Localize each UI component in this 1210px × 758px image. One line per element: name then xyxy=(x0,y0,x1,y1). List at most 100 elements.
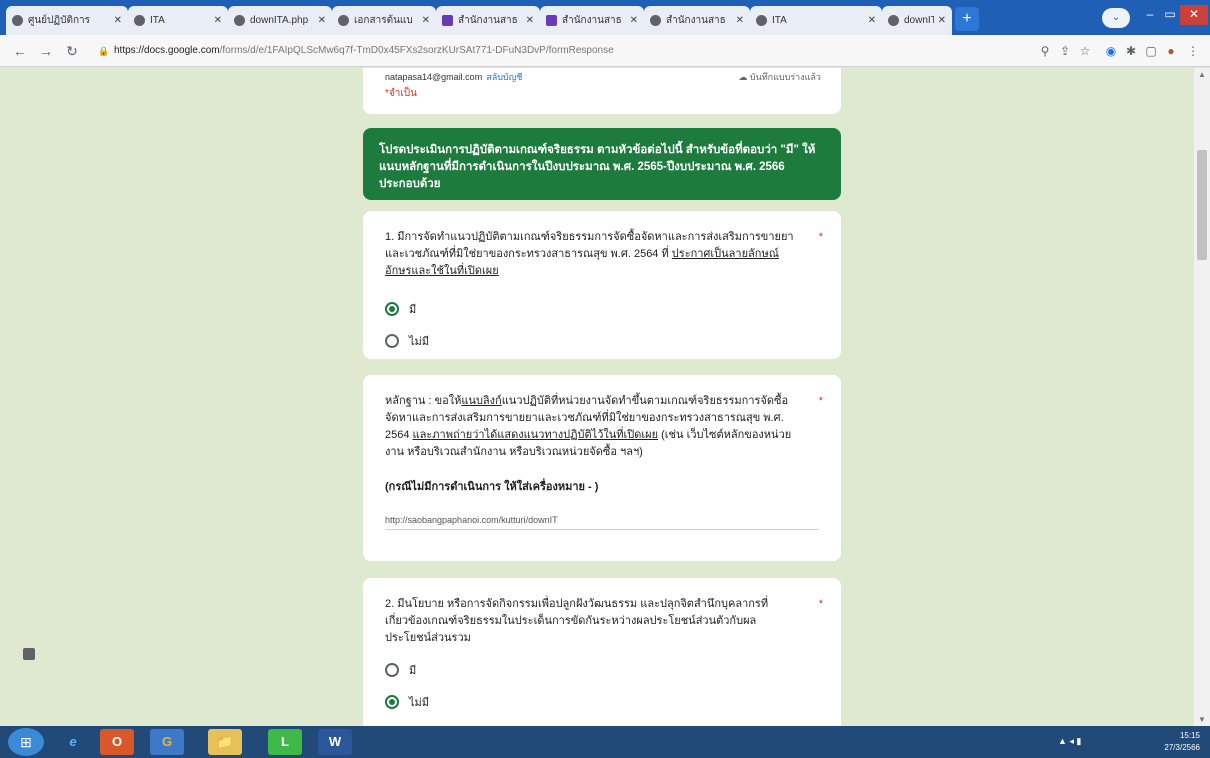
close-icon[interactable]: ✕ xyxy=(526,15,534,26)
section-description: โปรดประเมินการปฏิบัติตามเกณฑ์จริยธรรม ตา… xyxy=(363,128,841,200)
forward-icon[interactable]: → xyxy=(38,43,54,59)
lock-icon: 🔒 xyxy=(98,46,110,56)
close-icon[interactable]: ✕ xyxy=(736,15,744,26)
scrollbar[interactable]: ▲ ▼ xyxy=(1194,68,1210,726)
radio-button[interactable] xyxy=(385,302,399,316)
switch-account-link[interactable]: สลับบัญชี xyxy=(486,72,522,82)
form-page: natapasa14@gmail.com สลับบัญชี ☁ บันทึกแบ… xyxy=(0,68,1210,726)
browser-tab[interactable]: ITA ✕ xyxy=(750,6,882,35)
google-forms-icon xyxy=(546,15,557,26)
menu-dots-icon[interactable]: ⋮ xyxy=(1186,44,1200,58)
back-icon[interactable]: ← xyxy=(12,43,28,59)
globe-icon xyxy=(134,15,145,26)
globe-icon xyxy=(338,15,349,26)
question-title: 1. มีการจัดทำแนวปฏิบัติตามเกณฑ์จริยธรรมก… xyxy=(385,231,794,277)
browser-tab-strip: ศูนย์ปฏิบัติการ ✕ ITA ✕ downITA.php ✕ เอ… xyxy=(0,0,1210,35)
browser-tab[interactable]: สำนักงานสาธ ✕ xyxy=(436,6,540,35)
feedback-icon[interactable] xyxy=(23,648,35,660)
avatar[interactable]: ● xyxy=(1164,44,1178,58)
new-tab-button[interactable]: + xyxy=(955,7,979,31)
tab-label: สำนักงานสาธ xyxy=(562,15,622,26)
url-host: https://docs.google.com xyxy=(114,45,220,56)
tab-label: ศูนย์ปฏิบัติการ xyxy=(28,15,90,26)
close-icon[interactable]: ✕ xyxy=(630,15,638,26)
browser-toolbar: ← → ↻ 🔒 https://docs.google.com/forms/d/… xyxy=(0,35,1210,67)
radio-button[interactable] xyxy=(385,334,399,348)
close-icon[interactable]: ✕ xyxy=(422,15,430,26)
close-window-icon[interactable]: ✕ xyxy=(1180,5,1208,25)
address-bar[interactable]: 🔒 https://docs.google.com/forms/d/e/1FAI… xyxy=(96,41,1030,61)
evidence-note: (กรณีไม่มีการดำเนินการ ให้ใส่เครื่องหมาย… xyxy=(385,481,599,493)
radio-label: มี xyxy=(409,304,417,316)
answer-input[interactable]: http://saobangpaphanoi.com/kutturi/downI… xyxy=(385,515,819,525)
radio-option-no[interactable]: ไม่มี xyxy=(385,332,819,350)
close-icon[interactable]: ✕ xyxy=(114,15,122,26)
radio-option-no[interactable]: ไม่มี xyxy=(385,693,819,711)
browser-tab[interactable]: ศูนย์ปฏิบัติการ ✕ xyxy=(6,6,128,35)
account-line: natapasa14@gmail.com สลับบัญชี xyxy=(385,70,522,84)
tab-search-icon[interactable]: ▢ xyxy=(1144,44,1158,58)
start-button[interactable]: ⊞ xyxy=(8,728,44,756)
question-card-1: 1. มีการจัดทำแนวปฏิบัติตามเกณฑ์จริยธรรมก… xyxy=(363,211,841,359)
ie-icon[interactable]: e xyxy=(56,729,90,755)
extensions-puzzle-icon[interactable]: ✱ xyxy=(1124,44,1138,58)
globe-icon xyxy=(756,15,767,26)
radio-option-yes[interactable]: มี xyxy=(385,661,819,679)
url-path: /forms/d/e/1FAIpQLScMw6q7f-TmD0x45FXs2so… xyxy=(219,45,614,56)
radio-label: มี xyxy=(409,665,417,677)
account-email: natapasa14@gmail.com xyxy=(385,72,483,82)
browser-tab[interactable]: downITA.php ✕ xyxy=(228,6,332,35)
scroll-down-icon[interactable]: ▼ xyxy=(1198,715,1206,724)
word-icon[interactable]: W xyxy=(318,729,352,755)
globe-icon xyxy=(650,15,661,26)
tab-label: ITA xyxy=(772,15,787,26)
office-icon[interactable]: O xyxy=(100,729,134,755)
scrollbar-thumb[interactable] xyxy=(1197,150,1207,260)
tab-label: ITA xyxy=(150,15,165,26)
line-icon[interactable]: L xyxy=(268,729,302,755)
close-icon[interactable]: ✕ xyxy=(938,15,946,26)
tab-label: สำนักงานสาธ xyxy=(666,15,726,26)
zoom-icon[interactable]: ⚲ xyxy=(1038,44,1052,58)
question-title: 2. มีนโยบาย หรือการจัดกิจกรรมเพื่อปลูกฝั… xyxy=(385,598,769,644)
radio-label: ไม่มี xyxy=(409,697,430,709)
tab-label: สำนักงานสาธ xyxy=(458,15,518,26)
tab-label: เอกสารต้นแบ xyxy=(354,15,413,26)
browser-tab[interactable]: ITA ✕ xyxy=(128,6,228,35)
radio-label: ไม่มี xyxy=(409,336,430,348)
radio-button[interactable] xyxy=(385,695,399,709)
globe-icon xyxy=(888,15,899,26)
evidence-card-1: หลักฐาน : ขอให้แนบลิงก์แนวปฏิบัติที่หน่ว… xyxy=(363,375,841,561)
radio-option-yes[interactable]: มี xyxy=(385,300,819,318)
close-icon[interactable]: ✕ xyxy=(868,15,876,26)
question-card-2: 2. มีนโยบาย หรือการจัดกิจกรรมเพื่อปลูกฝั… xyxy=(363,578,841,726)
form-account-card: natapasa14@gmail.com สลับบัญชี ☁ บันทึกแบ… xyxy=(363,68,841,114)
maximize-icon[interactable]: ▭ xyxy=(1160,5,1180,25)
save-status: ☁ บันทึกแบบร่างแล้ว xyxy=(738,72,821,82)
share-icon[interactable]: ⇪ xyxy=(1058,44,1072,58)
reload-icon[interactable]: ↻ xyxy=(64,43,80,59)
close-icon[interactable]: ✕ xyxy=(318,15,326,26)
bookmark-star-icon[interactable]: ☆ xyxy=(1078,44,1092,58)
folder-icon[interactable]: 📁 xyxy=(208,729,242,755)
chrome-icon[interactable]: G xyxy=(150,729,184,755)
globe-icon xyxy=(234,15,245,26)
required-asterisk: * xyxy=(818,231,823,243)
browser-tab[interactable]: downITA.php ✕ xyxy=(882,6,952,35)
tab-label: downITA.php xyxy=(904,15,934,26)
scroll-up-icon[interactable]: ▲ xyxy=(1198,70,1206,79)
browser-tab-active[interactable]: สำนักงานสาธ ✕ xyxy=(540,6,644,35)
profile-menu-icon[interactable]: ⌄ xyxy=(1102,8,1130,28)
radio-button[interactable] xyxy=(385,663,399,677)
tab-label: downITA.php xyxy=(250,15,309,26)
globe-icon xyxy=(12,15,23,26)
minimize-icon[interactable]: – xyxy=(1140,5,1160,25)
required-note: *จำเป็น xyxy=(385,88,417,99)
clock[interactable]: 15:15 27/3/2566 xyxy=(1164,730,1200,754)
browser-tab[interactable]: สำนักงานสาธ ✕ xyxy=(644,6,750,35)
browser-tab[interactable]: เอกสารต้นแบ ✕ xyxy=(332,6,436,35)
extension-icon[interactable]: ◉ xyxy=(1104,44,1118,58)
system-tray-icons[interactable]: ▲ ◂ ▮ xyxy=(1058,736,1081,747)
close-icon[interactable]: ✕ xyxy=(214,15,222,26)
question-title: หลักฐาน : ขอให้แนบลิงก์แนวปฏิบัติที่หน่ว… xyxy=(385,395,792,458)
